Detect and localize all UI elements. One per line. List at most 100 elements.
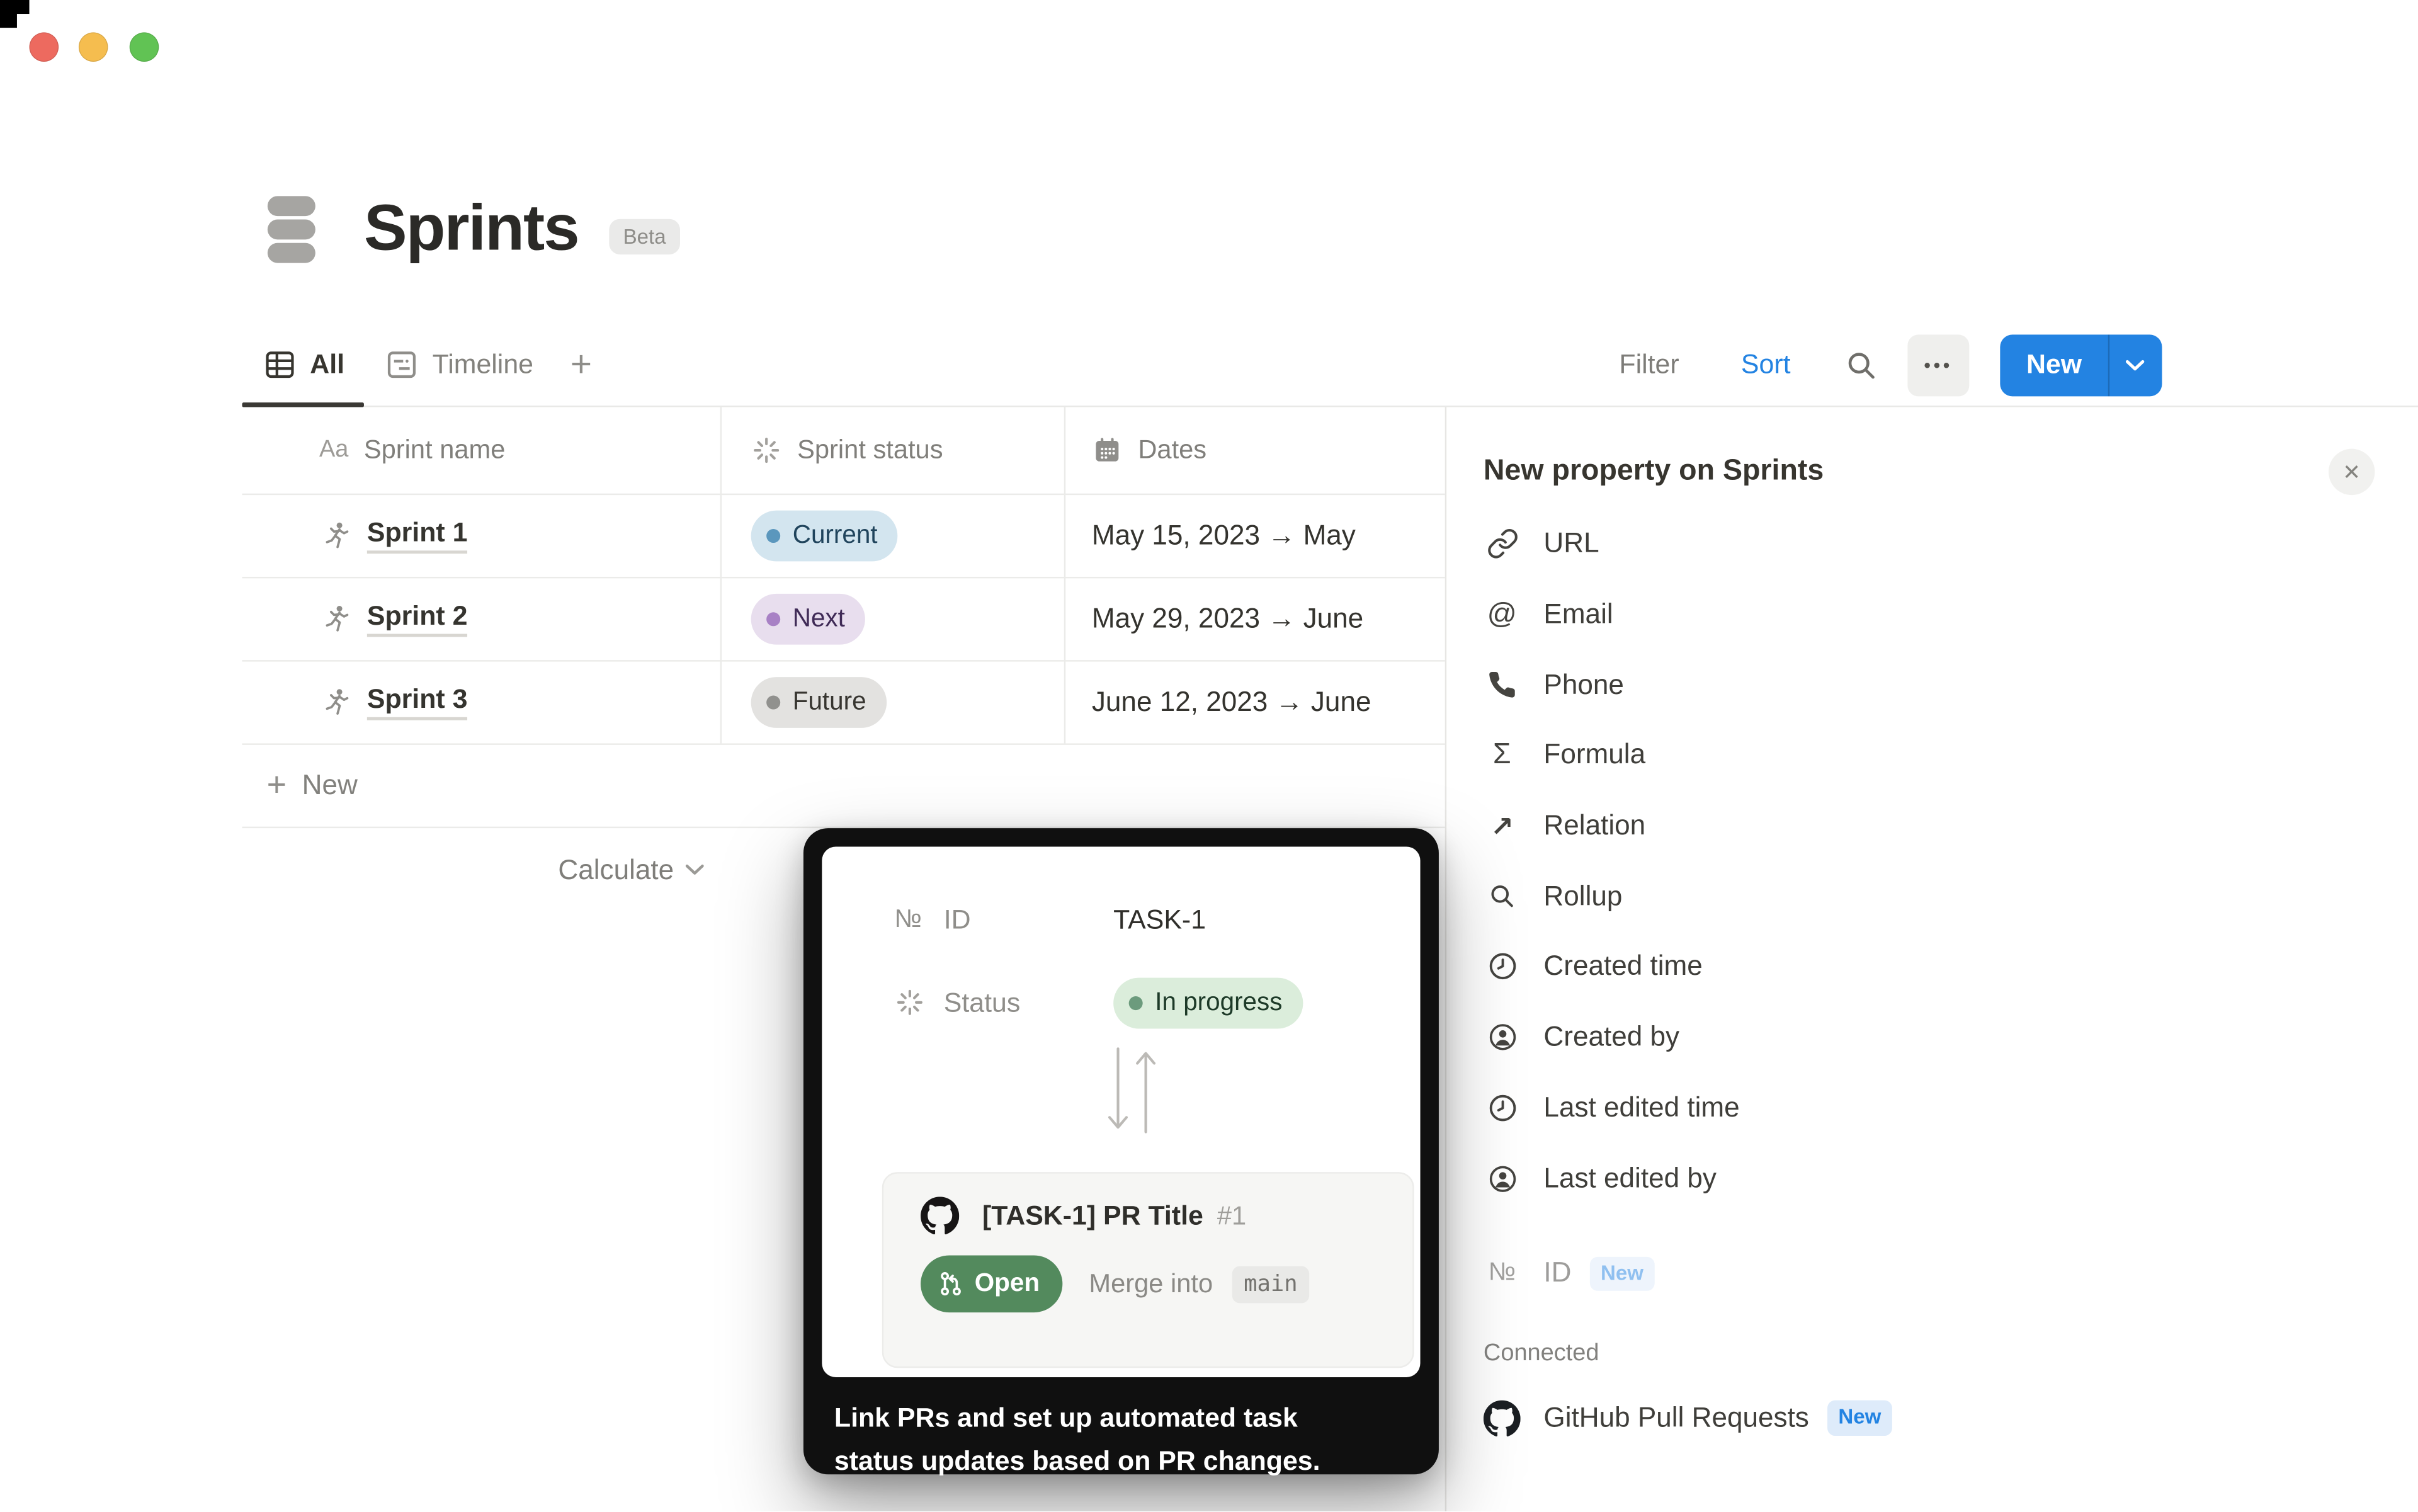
github-icon [921,1197,959,1235]
tab-timeline[interactable]: Timeline [365,324,553,406]
sprint-name-cell[interactable]: Sprint 1 [242,494,720,577]
new-row-button[interactable]: + New [242,743,1445,826]
property-item-label: Email [1543,598,1613,630]
dates-cell[interactable]: May 15, 2023 → May [1064,494,1445,577]
sprint-name: Sprint 3 [367,683,468,721]
status-pill: Current [751,509,898,560]
new-dropdown-button[interactable] [2108,334,2162,395]
pr-number: #1 [1217,1201,1246,1232]
table-row: Sprint 3 Future June 12, 2023 → June [242,660,1445,743]
table-row: Sprint 2 Next May 29, 2023 → June [242,577,1445,660]
status-spinner-icon [894,987,934,1018]
property-item-created-time[interactable]: Created time [1484,931,2418,1002]
task-preview-card: № ID TASK-1 Status [822,846,1420,1377]
task-id-field: № ID TASK-1 [894,897,1420,941]
filter-button[interactable]: Filter [1619,348,1701,380]
sprint-status-cell[interactable]: Future [720,660,1064,743]
property-item-label: Relation [1543,810,1645,842]
property-item-label: Created time [1543,951,1702,983]
field-label: ID [944,903,971,935]
task-id-value: TASK-1 [1113,903,1206,935]
runner-icon [319,602,351,634]
property-item-label: Last edited by [1543,1162,1716,1194]
sort-button[interactable]: Sort [1741,348,1809,380]
status-spinner-icon [751,435,782,466]
traffic-light-close-button[interactable] [30,32,59,62]
github-pull-requests-item[interactable]: GitHub Pull Requests New [1484,1383,2418,1454]
property-item-created-by[interactable]: Created by [1484,1002,2418,1072]
runner-icon [319,519,351,551]
sprint-name-cell[interactable]: Sprint 3 [242,660,720,743]
github-item-label: GitHub Pull Requests [1543,1402,1808,1434]
status-pill: Next [751,593,865,644]
panel-title: New property on Sprints [1484,455,2329,489]
beta-badge: Beta [610,219,680,254]
timeline-view-icon [385,347,420,382]
property-item-id[interactable]: № ID New [1484,1238,2418,1309]
table-row: Sprint 1 Current May 15, 2023 → May [242,494,1445,577]
status-label: Current [793,521,878,550]
sprint-status-cell[interactable]: Current [720,494,1064,577]
property-item-label: URL [1543,528,1599,560]
table-view-icon [262,347,297,382]
property-item-phone[interactable]: Phone [1484,650,2418,720]
search-icon[interactable] [1843,346,1880,384]
property-item-label: Last edited time [1543,1091,1739,1123]
property-item-last-edited-by[interactable]: Last edited by [1484,1143,2418,1214]
new-row-label: New [302,769,358,801]
property-type-list: URL @ Email Phone Σ Formula ↗ R [1484,509,2418,1309]
date-range: May 29, 2023 → June [1092,602,1363,634]
tab-all-label: All [310,348,344,380]
new-button[interactable]: New [2000,334,2108,395]
notion-window: Sprints Beta All Timeline + Filter [0,0,2418,1512]
person-icon [1484,1162,1521,1194]
status-dot [766,528,780,542]
add-view-button[interactable]: + [570,346,592,384]
column-header-label: Dates [1138,435,1206,466]
property-item-email[interactable]: @ Email [1484,579,2418,650]
close-icon[interactable]: ✕ [2329,449,2375,495]
tooltip-caption-line1: Link PRs and set up automated task [834,1395,1408,1439]
property-item-label: Formula [1543,739,1645,771]
property-item-formula[interactable]: Σ Formula [1484,720,2418,791]
task-status-field: Status In progress [894,981,1420,1025]
table-header-row: Aa Sprint name Sprint status [242,407,1445,494]
github-icon [1484,1400,1521,1437]
database-icon [262,192,321,264]
more-options-button[interactable]: ••• [1907,334,1969,395]
property-item-rollup[interactable]: Rollup [1484,861,2418,932]
date-range: May 15, 2023 → May [1092,519,1356,551]
sprint-name-cell[interactable]: Sprint 2 [242,577,720,660]
pr-preview-card: [TASK-1] PR Title #1 Open [882,1172,1414,1368]
merge-into-text: Merge into [1089,1268,1213,1299]
table-toolbar: Filter Sort ••• New [1619,324,2162,406]
property-item-last-edited-time[interactable]: Last edited time [1484,1072,2418,1143]
property-item-url[interactable]: URL [1484,509,2418,579]
column-header-dates[interactable]: Dates [1064,407,1445,494]
traffic-light-zoom-button[interactable] [130,32,159,62]
page-header: Sprints Beta [262,182,679,275]
pull-request-icon [939,1271,962,1297]
dates-cell[interactable]: May 29, 2023 → June [1064,577,1445,660]
calculate-button[interactable]: Calculate [242,827,720,913]
link-icon [1484,528,1521,560]
pr-title: [TASK-1] PR Title [982,1200,1203,1232]
status-dot [1129,996,1143,1009]
tooltip-caption-line2: status updates based on PR changes. [834,1439,1408,1482]
sprint-name: Sprint 2 [367,600,468,638]
status-dot [766,695,780,708]
branch-chip: main [1232,1265,1310,1302]
new-badge: New [1827,1401,1892,1435]
sync-arrows-icon [1106,1045,1158,1135]
numero-icon: № [894,906,934,931]
sprint-status-cell[interactable]: Next [720,577,1064,660]
traffic-light-minimize-button[interactable] [79,32,108,62]
column-header-sprint-status[interactable]: Sprint status [720,407,1064,494]
dates-cell[interactable]: June 12, 2023 → June [1064,660,1445,743]
tab-all[interactable]: All [242,324,364,406]
chevron-down-icon [684,863,705,876]
clock-icon [1484,1091,1521,1123]
property-item-relation[interactable]: ↗ Relation [1484,791,2418,861]
runner-icon [319,686,351,718]
column-header-sprint-name[interactable]: Aa Sprint name [242,407,720,494]
